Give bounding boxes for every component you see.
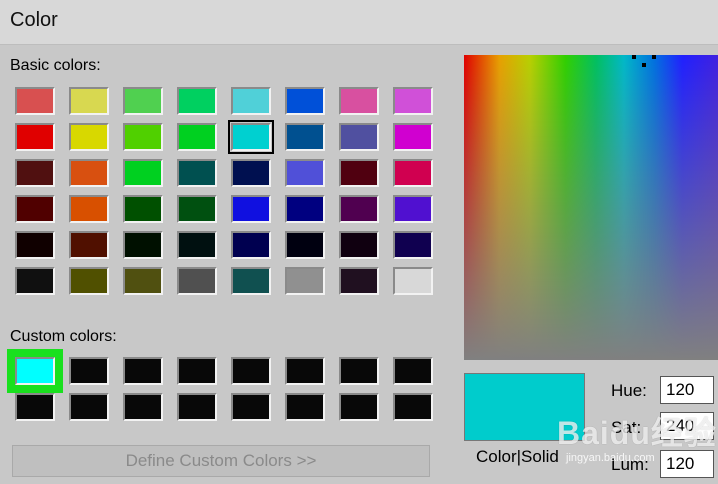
crosshair-icon-right <box>652 55 656 59</box>
custom-color-swatch[interactable] <box>231 357 271 385</box>
basic-color-swatch[interactable] <box>177 195 217 223</box>
basic-color-swatch[interactable] <box>69 267 109 295</box>
basic-color-swatch[interactable] <box>15 159 55 187</box>
basic-color-swatch[interactable] <box>69 195 109 223</box>
basic-color-swatch[interactable] <box>123 123 163 151</box>
define-custom-colors-button[interactable]: Define Custom Colors >> <box>12 445 430 477</box>
basic-color-swatch[interactable] <box>339 123 379 151</box>
basic-color-swatch[interactable] <box>231 159 271 187</box>
lum-input[interactable]: 120 <box>660 450 714 478</box>
custom-color-swatch[interactable] <box>69 357 109 385</box>
crosshair-icon-left <box>632 55 636 59</box>
basic-color-swatch[interactable] <box>339 267 379 295</box>
basic-color-swatch[interactable] <box>15 123 55 151</box>
basic-color-swatch[interactable] <box>177 87 217 115</box>
color-solid-label: Color|Solid <box>476 447 559 466</box>
window-title: Color <box>10 9 58 31</box>
basic-color-swatch[interactable] <box>285 123 325 151</box>
basic-color-swatch[interactable] <box>285 87 325 115</box>
basic-color-swatch[interactable] <box>15 195 55 223</box>
basic-color-swatch[interactable] <box>339 231 379 259</box>
hue-input[interactable]: 120 <box>660 376 714 404</box>
basic-color-swatch[interactable] <box>231 267 271 295</box>
basic-color-swatch[interactable] <box>177 267 217 295</box>
basic-color-swatch[interactable] <box>339 87 379 115</box>
basic-color-swatch[interactable] <box>123 231 163 259</box>
custom-color-swatch[interactable] <box>177 393 217 421</box>
custom-color-swatch[interactable] <box>123 357 163 385</box>
basic-color-swatch[interactable] <box>285 159 325 187</box>
basic-color-swatch[interactable] <box>393 159 433 187</box>
basic-color-swatch[interactable] <box>285 267 325 295</box>
basic-colors-label: Basic colors: <box>10 57 101 74</box>
custom-color-swatch[interactable] <box>69 393 109 421</box>
basic-color-swatch[interactable] <box>339 159 379 187</box>
custom-color-swatch[interactable] <box>339 393 379 421</box>
custom-color-swatch[interactable] <box>393 393 433 421</box>
basic-color-swatch[interactable] <box>285 195 325 223</box>
basic-color-swatch[interactable] <box>69 231 109 259</box>
crosshair-icon <box>642 63 646 67</box>
basic-color-swatch[interactable] <box>231 231 271 259</box>
color-spectrum[interactable] <box>464 55 718 360</box>
basic-color-swatch[interactable] <box>123 267 163 295</box>
basic-color-swatch[interactable] <box>123 87 163 115</box>
custom-color-swatch[interactable] <box>285 393 325 421</box>
basic-color-swatch[interactable] <box>123 195 163 223</box>
basic-color-swatch[interactable] <box>231 87 271 115</box>
basic-color-swatch[interactable] <box>177 231 217 259</box>
baidu-watermark: Baidu经验 <box>557 415 717 451</box>
basic-color-swatch[interactable] <box>393 87 433 115</box>
basic-color-swatch[interactable] <box>393 267 433 295</box>
basic-color-swatch[interactable] <box>177 159 217 187</box>
hue-label: Hue: <box>611 381 647 400</box>
basic-color-swatch[interactable] <box>123 159 163 187</box>
custom-color-swatch[interactable] <box>7 349 63 393</box>
basic-color-swatch[interactable] <box>69 87 109 115</box>
custom-color-swatch[interactable] <box>231 393 271 421</box>
custom-colors-label: Custom colors: <box>10 328 117 345</box>
basic-color-swatch[interactable] <box>15 231 55 259</box>
basic-color-swatch[interactable] <box>393 123 433 151</box>
basic-color-swatch[interactable] <box>339 195 379 223</box>
custom-color-swatch[interactable] <box>393 357 433 385</box>
custom-color-swatch[interactable] <box>285 357 325 385</box>
basic-color-swatch[interactable] <box>393 231 433 259</box>
basic-color-swatch[interactable] <box>15 267 55 295</box>
custom-color-swatch[interactable] <box>15 393 55 421</box>
basic-color-swatch[interactable] <box>393 195 433 223</box>
basic-color-swatch[interactable] <box>231 195 271 223</box>
baidu-watermark-url: jingyan.baidu.com <box>566 452 655 464</box>
basic-color-swatch[interactable] <box>69 123 109 151</box>
custom-color-swatch[interactable] <box>177 357 217 385</box>
basic-color-swatch[interactable] <box>177 123 217 151</box>
basic-color-swatch[interactable] <box>285 231 325 259</box>
basic-color-swatch[interactable] <box>228 120 274 154</box>
custom-color-swatch[interactable] <box>339 357 379 385</box>
basic-color-swatch[interactable] <box>69 159 109 187</box>
title-bar: Color <box>0 0 718 45</box>
custom-color-swatch[interactable] <box>123 393 163 421</box>
basic-color-swatch[interactable] <box>15 87 55 115</box>
